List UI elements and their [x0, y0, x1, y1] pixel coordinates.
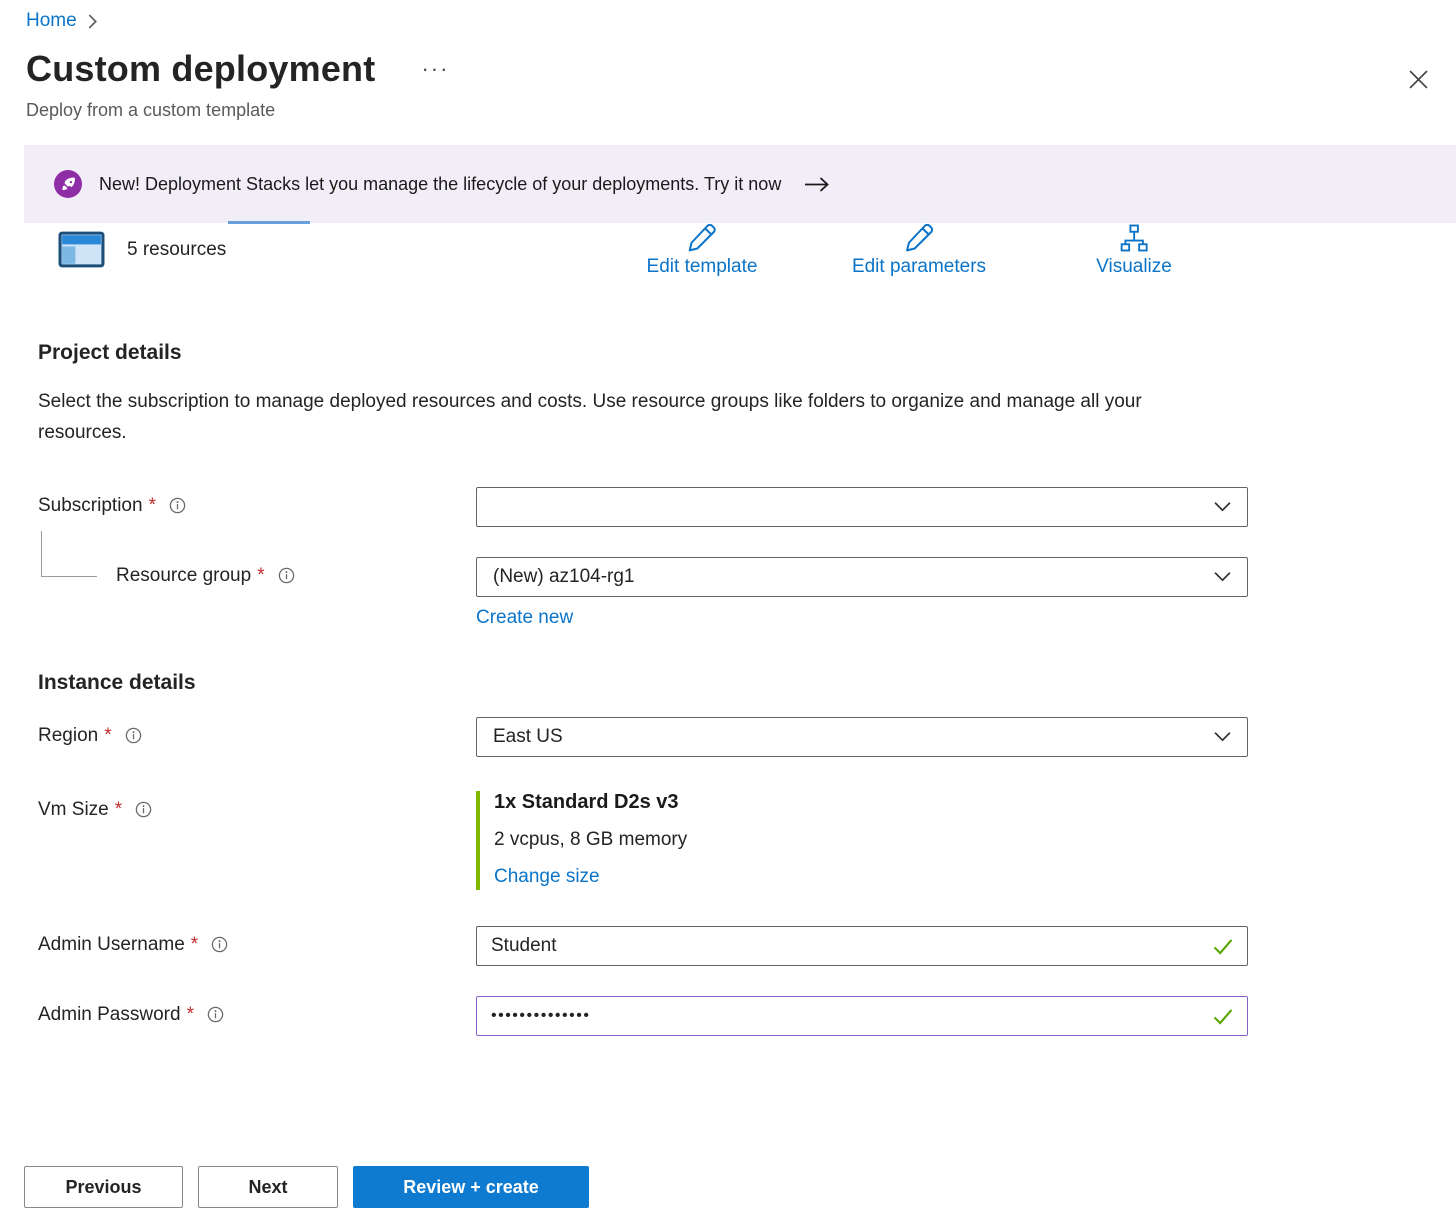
info-icon[interactable] [207, 1006, 224, 1023]
resource-group-dropdown[interactable]: (New) az104-rg1 [476, 557, 1248, 597]
change-size-link[interactable]: Change size [494, 866, 600, 888]
vm-size-specs: 2 vcpus, 8 GB memory [494, 829, 1248, 851]
vm-size-summary: 1x Standard D2s v3 2 vcpus, 8 GB memory … [476, 791, 1248, 890]
required-marker: * [257, 565, 264, 587]
hierarchy-connector-line [41, 531, 97, 577]
pencil-icon [687, 223, 717, 253]
project-details-heading: Project details [38, 341, 1456, 365]
template-icon [58, 231, 105, 268]
vm-size-row: Vm Size * 1x Standard D2s v3 2 vcpus, 8 … [38, 791, 1456, 890]
page-title: Custom deployment [26, 48, 375, 90]
resource-group-label: Resource group [116, 565, 251, 587]
valid-check-icon [1212, 1008, 1234, 1030]
arrow-right-icon[interactable] [804, 176, 830, 193]
admin-username-label: Admin Username [38, 934, 185, 956]
chevron-down-icon [1214, 731, 1231, 742]
subscription-dropdown[interactable] [476, 487, 1248, 527]
info-icon[interactable] [135, 801, 152, 818]
required-marker: * [104, 725, 111, 747]
page-subtitle: Deploy from a custom template [26, 100, 1456, 121]
resource-count: 5 resources [127, 239, 226, 261]
admin-username-input[interactable] [476, 926, 1248, 966]
visualize-label: Visualize [1096, 256, 1172, 278]
region-dropdown[interactable]: East US [476, 717, 1248, 757]
create-new-link[interactable]: Create new [476, 607, 573, 629]
required-marker: * [191, 934, 198, 956]
edit-template-button[interactable]: Edit template [647, 223, 758, 278]
org-chart-icon [1119, 223, 1149, 253]
wizard-footer: Previous Next Review + create [24, 1166, 589, 1208]
admin-password-label: Admin Password [38, 1004, 181, 1026]
chevron-right-icon [87, 14, 98, 29]
region-value: East US [493, 726, 563, 748]
deployment-stacks-banner[interactable]: New! Deployment Stacks let you manage th… [24, 145, 1456, 223]
required-marker: * [115, 799, 122, 821]
region-label: Region [38, 725, 98, 747]
close-icon[interactable] [1405, 66, 1432, 98]
required-marker: * [187, 1004, 194, 1026]
review-create-button[interactable]: Review + create [353, 1166, 589, 1208]
edit-parameters-label: Edit parameters [852, 256, 986, 278]
chevron-down-icon [1214, 571, 1231, 582]
clipped-link-fragment [228, 221, 310, 224]
info-icon[interactable] [125, 727, 142, 744]
next-button[interactable]: Next [198, 1166, 338, 1208]
info-icon[interactable] [278, 567, 295, 584]
valid-check-icon [1212, 938, 1234, 960]
rocket-icon [54, 170, 82, 198]
info-icon[interactable] [169, 497, 186, 514]
previous-button[interactable]: Previous [24, 1166, 183, 1208]
admin-password-input[interactable] [476, 996, 1248, 1036]
admin-password-row: Admin Password * [38, 996, 1456, 1036]
breadcrumb: Home [0, 0, 1456, 32]
vm-size-label: Vm Size [38, 799, 109, 821]
subscription-label: Subscription [38, 495, 143, 517]
edit-parameters-button[interactable]: Edit parameters [852, 223, 986, 278]
more-options-button[interactable]: ··· [421, 58, 449, 80]
title-row: Custom deployment ··· [26, 48, 1456, 90]
chevron-down-icon [1214, 501, 1231, 512]
project-details-description: Select the subscription to manage deploy… [38, 387, 1188, 449]
edit-template-label: Edit template [647, 256, 758, 278]
banner-message: New! Deployment Stacks let you manage th… [99, 174, 781, 195]
pencil-icon [904, 223, 934, 253]
subscription-row: Subscription * [38, 487, 1456, 527]
admin-username-row: Admin Username * [38, 926, 1456, 966]
instance-details-heading: Instance details [38, 671, 1456, 695]
region-row: Region * East US [38, 717, 1456, 757]
resource-group-value: (New) az104-rg1 [493, 566, 635, 588]
resource-group-row: Resource group * (New) az104-rg1 Create … [38, 557, 1456, 629]
required-marker: * [149, 495, 156, 517]
vm-size-selection: 1x Standard D2s v3 [494, 791, 1248, 814]
template-summary-bar: 5 resources Edit template Edit parameter… [0, 223, 1456, 299]
breadcrumb-home-link[interactable]: Home [26, 10, 77, 32]
info-icon[interactable] [211, 936, 228, 953]
template-summary: 5 resources [58, 231, 226, 268]
visualize-button[interactable]: Visualize [1096, 223, 1172, 278]
